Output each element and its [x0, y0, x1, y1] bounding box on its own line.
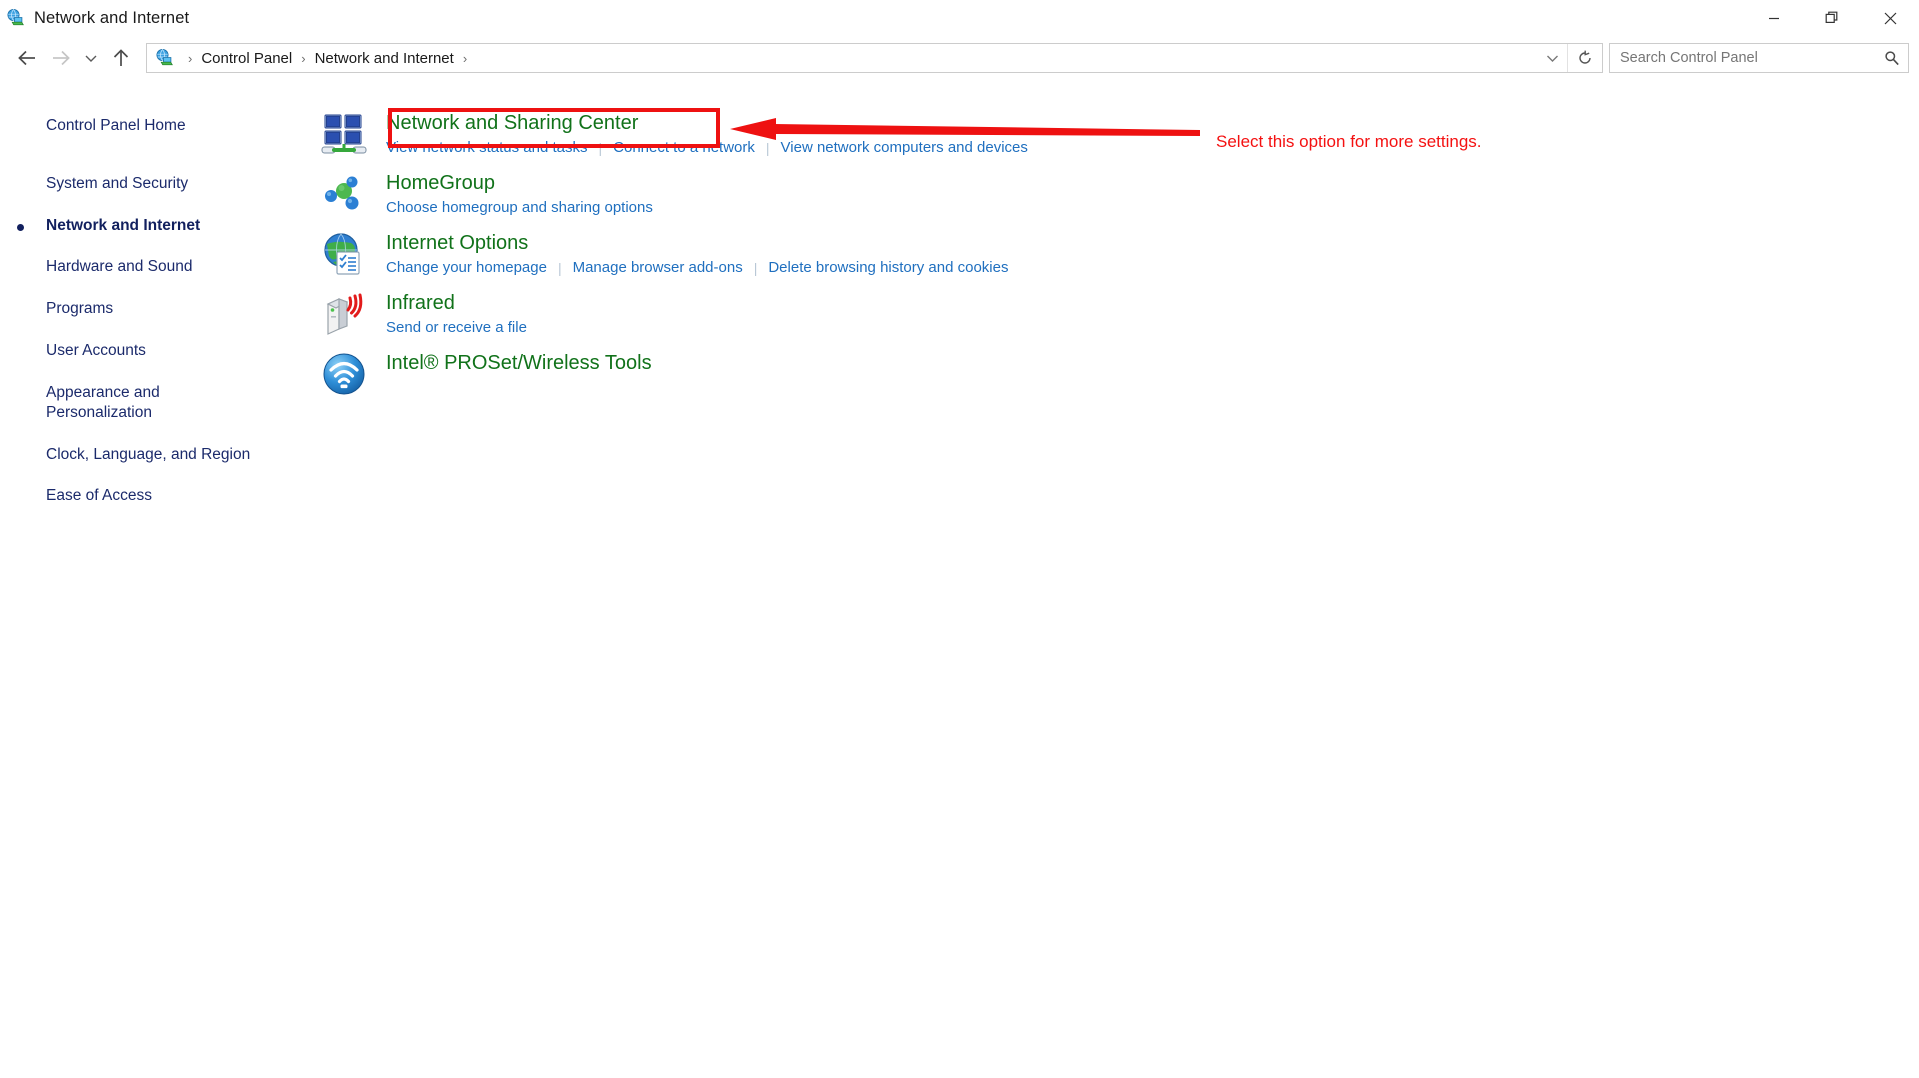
link-manage-browser-add-ons[interactable]: Manage browser add-ons: [573, 259, 743, 276]
intel-wireless-icon: [320, 350, 368, 398]
refresh-icon[interactable]: [1567, 44, 1602, 72]
link-separator: |: [753, 259, 758, 276]
navigation-bar: › Control Panel › Network and Internet ›: [0, 36, 1919, 80]
category-links: Send or receive a file: [386, 319, 527, 336]
category-body: Network and Sharing Center View network …: [386, 110, 1028, 156]
homegroup-nodes-icon: [320, 170, 368, 218]
breadcrumb-separator: ›: [301, 50, 306, 66]
sidebar-item-hardware-and-sound[interactable]: Hardware and Sound: [0, 257, 320, 277]
recent-locations-dropdown[interactable]: [78, 41, 104, 75]
sidebar-item-user-accounts[interactable]: User Accounts: [0, 341, 320, 361]
window-title: Network and Internet: [34, 8, 190, 27]
network-globe-icon: [6, 8, 26, 28]
breadcrumb-separator: ›: [188, 50, 193, 66]
category-title-network-and-sharing-center[interactable]: Network and Sharing Center: [386, 111, 638, 136]
link-change-your-homepage[interactable]: Change your homepage: [386, 259, 547, 276]
maximize-restore-button[interactable]: [1803, 0, 1861, 36]
category-title-infrared[interactable]: Infrared: [386, 291, 455, 316]
breadcrumb-item-control-panel[interactable]: Control Panel: [199, 50, 294, 67]
address-bar[interactable]: › Control Panel › Network and Internet ›: [146, 43, 1603, 73]
category-body: HomeGroup Choose homegroup and sharing o…: [386, 170, 653, 216]
category-homegroup: HomeGroup Choose homegroup and sharing o…: [320, 170, 1919, 218]
internet-globe-checklist-icon: [320, 230, 368, 278]
search-icon[interactable]: [1876, 50, 1908, 66]
category-intel-proset-wireless-tools: Intel® PROSet/Wireless Tools: [320, 350, 1919, 398]
window-controls: [1745, 0, 1919, 36]
link-send-or-receive-a-file[interactable]: Send or receive a file: [386, 319, 527, 336]
category-links: Change your homepage | Manage browser ad…: [386, 259, 1008, 276]
category-title-homegroup[interactable]: HomeGroup: [386, 171, 495, 196]
minimize-button[interactable]: [1745, 0, 1803, 36]
content-area: Control Panel Home System and Security N…: [0, 80, 1919, 528]
link-view-network-computers-and-devices[interactable]: View network computers and devices: [781, 139, 1028, 156]
link-delete-browsing-history-and-cookies[interactable]: Delete browsing history and cookies: [768, 259, 1008, 276]
link-separator: |: [765, 139, 770, 156]
category-links: Choose homegroup and sharing options: [386, 199, 653, 216]
back-button[interactable]: [10, 41, 44, 75]
category-body: Intel® PROSet/Wireless Tools: [386, 350, 652, 379]
sidebar-item-appearance-and-personalization[interactable]: Appearance and Personalization: [0, 383, 196, 423]
link-choose-homegroup-and-sharing-options[interactable]: Choose homegroup and sharing options: [386, 199, 653, 216]
sidebar-item-control-panel-home[interactable]: Control Panel Home: [0, 116, 320, 136]
sidebar-item-network-and-internet[interactable]: Network and Internet: [0, 216, 320, 236]
link-connect-to-a-network[interactable]: Connect to a network: [613, 139, 755, 156]
link-view-network-status-and-tasks[interactable]: View network status and tasks: [386, 139, 588, 156]
sidebar-item-ease-of-access[interactable]: Ease of Access: [0, 486, 320, 506]
category-internet-options: Internet Options Change your homepage | …: [320, 230, 1919, 278]
infrared-device-icon: [320, 290, 368, 338]
category-infrared: Infrared Send or receive a file: [320, 290, 1919, 338]
sidebar: Control Panel Home System and Security N…: [0, 80, 320, 528]
category-body: Infrared Send or receive a file: [386, 290, 527, 336]
search-input[interactable]: [1610, 49, 1876, 67]
category-network-and-sharing-center: Network and Sharing Center View network …: [320, 110, 1919, 158]
link-separator: |: [557, 259, 562, 276]
chevron-down-icon[interactable]: [1537, 44, 1567, 72]
sidebar-item-programs[interactable]: Programs: [0, 299, 320, 319]
sidebar-item-clock-language-and-region[interactable]: Clock, Language, and Region: [0, 445, 320, 465]
network-globe-icon: [155, 48, 175, 68]
annotation-callout-text: Select this option for more settings.: [1216, 132, 1482, 151]
up-one-level-button[interactable]: [104, 41, 138, 75]
category-body: Internet Options Change your homepage | …: [386, 230, 1008, 276]
network-monitors-icon: [320, 110, 368, 158]
search-box[interactable]: [1609, 43, 1909, 73]
category-title-intel-proset-wireless-tools[interactable]: Intel® PROSet/Wireless Tools: [386, 351, 652, 376]
category-links: View network status and tasks | Connect …: [386, 139, 1028, 156]
category-title-internet-options[interactable]: Internet Options: [386, 231, 528, 256]
forward-button[interactable]: [44, 41, 78, 75]
breadcrumb-item-network-and-internet[interactable]: Network and Internet: [313, 50, 456, 67]
title-bar: Network and Internet: [0, 0, 1919, 36]
category-list: Network and Sharing Center View network …: [320, 80, 1919, 528]
close-button[interactable]: [1861, 0, 1919, 36]
sidebar-item-system-and-security[interactable]: System and Security: [0, 174, 320, 194]
breadcrumb-separator: ›: [462, 50, 468, 66]
link-separator: |: [598, 139, 603, 156]
